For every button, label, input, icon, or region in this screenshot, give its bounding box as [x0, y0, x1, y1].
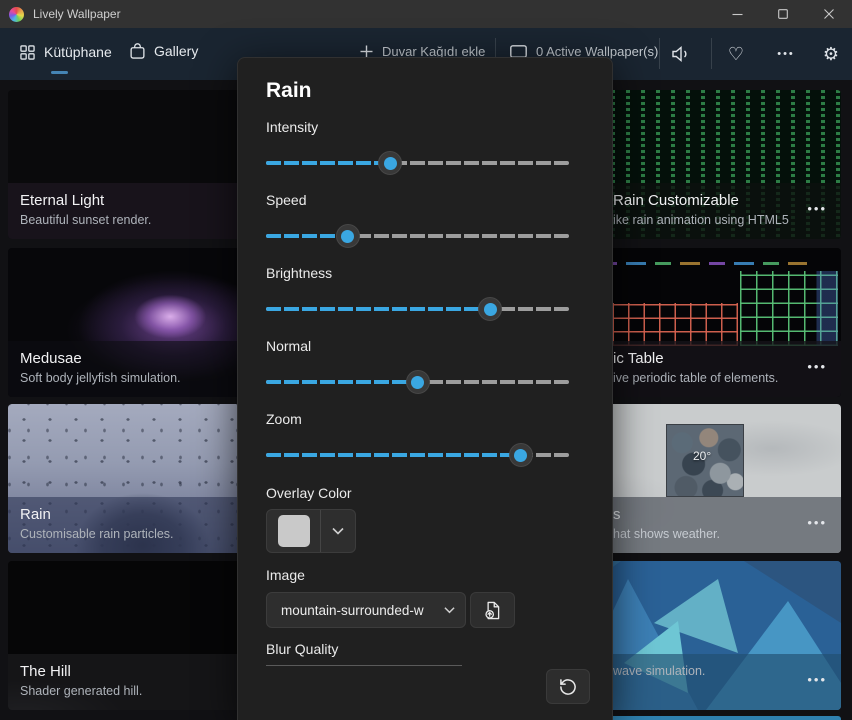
app-title: Lively Wallpaper [33, 7, 121, 21]
ellipsis-icon: ••• [777, 48, 795, 60]
settings-button[interactable]: ⚙ [818, 41, 844, 67]
file-upload-icon [482, 600, 503, 621]
nav-library[interactable]: Kütüphane [20, 44, 112, 60]
gear-icon: ⚙ [823, 45, 839, 63]
tile-title: The Hill [20, 662, 271, 682]
browse-image-button[interactable] [470, 592, 515, 628]
slider-thumb[interactable] [378, 151, 402, 175]
nav-divider [659, 38, 660, 69]
close-icon [824, 9, 834, 19]
gallery-bag-icon [130, 43, 145, 59]
tile-subtitle: wave simulation. [613, 662, 829, 680]
image-label: Image [266, 567, 305, 583]
chevron-down-icon [332, 527, 344, 535]
slider-label: Intensity [266, 119, 569, 135]
tile-subtitle: ike rain animation using HTML5 [613, 211, 829, 229]
slider-fill [266, 161, 390, 165]
blur-quality-label: Blur Quality [266, 641, 338, 657]
overlay-color-label: Overlay Color [266, 485, 352, 501]
slider-thumb[interactable] [478, 297, 502, 321]
zoom-slider-group: Zoom [266, 411, 569, 471]
heart-icon: ♡ [728, 45, 744, 63]
normal-slider-group: Normal [266, 338, 569, 398]
reset-button[interactable] [546, 669, 590, 704]
app-logo-icon [9, 7, 24, 22]
nav-gallery-label: Gallery [154, 43, 198, 59]
nav-divider [711, 38, 712, 69]
zoom-slider[interactable] [266, 453, 569, 457]
speaker-icon [672, 46, 691, 62]
nav-gallery[interactable]: Gallery [130, 43, 198, 59]
tile-title: Rain Customizable [613, 191, 829, 211]
favorites-button[interactable]: ♡ [723, 41, 749, 67]
tile-title: Medusae [20, 349, 271, 369]
nav-library-label: Kütüphane [44, 44, 112, 60]
tile-subtitle: Beautiful sunset render. [20, 211, 271, 229]
slider-fill [266, 307, 490, 311]
nav-selected-indicator [51, 71, 68, 74]
maximize-button[interactable] [760, 0, 806, 28]
image-combobox[interactable]: mountain-surrounded-w [266, 592, 466, 628]
slider-thumb[interactable] [509, 443, 533, 467]
intensity-slider[interactable] [266, 161, 569, 165]
tile-title: Rain [20, 505, 271, 525]
combobox-chevron [444, 601, 455, 619]
tile-subtitle: Soft body jellyfish simulation. [20, 369, 271, 387]
speed-slider[interactable] [266, 234, 569, 238]
tile-subtitle: hat shows weather. [613, 525, 829, 543]
weather-temperature: 20° [693, 449, 711, 463]
slider-label: Zoom [266, 411, 569, 427]
rain-customization-panel: Rain Intensity Speed Brightness Normal [237, 57, 613, 720]
tile-subtitle: ive periodic table of elements. [613, 369, 829, 387]
brightness-slider-group: Brightness [266, 265, 569, 325]
overlay-color-swatch[interactable] [278, 515, 310, 547]
periodic-grid-right [740, 271, 838, 346]
slider-thumb[interactable] [406, 370, 430, 394]
library-grid-icon [20, 45, 35, 60]
tile-title: s [613, 505, 829, 525]
lively-wallpaper-window: Lively Wallpaper Kütüphane [0, 0, 852, 720]
stones-photo: 20° [666, 424, 744, 497]
overlay-color-picker[interactable] [266, 509, 356, 553]
intensity-slider-group: Intensity [266, 119, 569, 179]
titlebar: Lively Wallpaper [0, 0, 852, 28]
minimize-button[interactable] [714, 0, 760, 28]
tile-title: ic Table [613, 349, 829, 369]
panel-title: Rain [266, 79, 312, 103]
reset-undo-icon [558, 677, 578, 697]
overlay-color-dropdown[interactable] [321, 527, 355, 535]
close-button[interactable] [806, 0, 852, 28]
chevron-down-icon [444, 606, 455, 614]
slider-label: Speed [266, 192, 569, 208]
slider-thumb[interactable] [336, 224, 360, 248]
volume-button[interactable] [668, 41, 694, 67]
maximize-icon [778, 9, 788, 19]
slider-label: Normal [266, 338, 569, 354]
slider-fill [266, 380, 418, 384]
blur-quality-divider [266, 665, 462, 666]
tile-subtitle: Customisable rain particles. [20, 525, 271, 543]
minimize-icon [732, 9, 743, 20]
tile-subtitle: Shader generated hill. [20, 682, 271, 700]
brightness-slider[interactable] [266, 307, 569, 311]
slider-fill [266, 453, 521, 457]
slider-label: Brightness [266, 265, 569, 281]
speed-slider-group: Speed [266, 192, 569, 252]
image-selected-value: mountain-surrounded-w [281, 603, 444, 618]
tile-title: Eternal Light [20, 191, 271, 211]
normal-slider[interactable] [266, 380, 569, 384]
more-menu-button[interactable]: ••• [773, 41, 799, 67]
